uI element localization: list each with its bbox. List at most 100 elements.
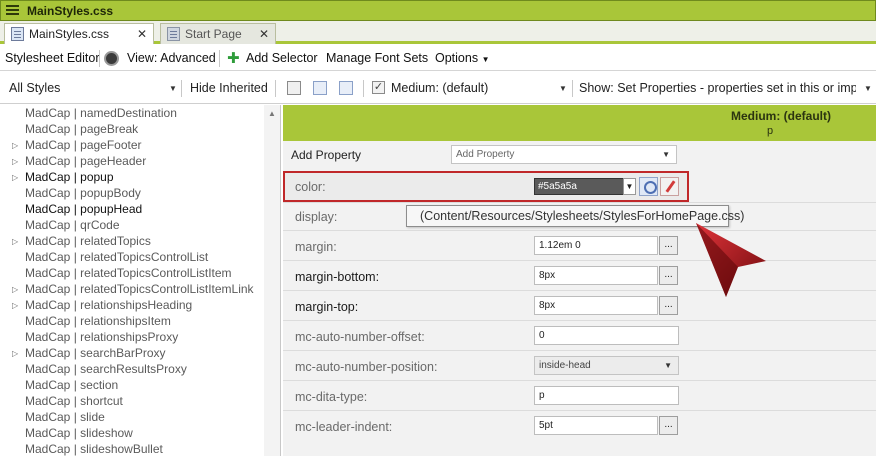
stylesheet-editor-button[interactable]: Stylesheet Editor [5, 51, 100, 65]
margin-top-more-button[interactable]: ... [659, 296, 678, 315]
vertical-scrollbar[interactable]: ▲ [264, 105, 280, 456]
sort-az-icon[interactable] [287, 81, 301, 95]
mc-dita-type-value: p [539, 390, 545, 401]
color-value-field[interactable]: #5a5a5a [534, 178, 636, 195]
manage-font-sets-button[interactable]: Manage Font Sets [326, 51, 428, 65]
view-advanced-button[interactable]: View: Advanced [127, 51, 216, 65]
mc-dita-type-field[interactable]: p [534, 386, 679, 405]
tree-item[interactable]: MadCap | popupHead [25, 202, 142, 218]
divider [283, 320, 876, 321]
medium-heading: Medium: (default) [731, 109, 831, 123]
separator [363, 80, 364, 97]
property-name-margin: margin: [295, 240, 337, 254]
add-property-placeholder: Add Property [456, 149, 515, 160]
chevron-down-icon: ▼ [169, 84, 177, 93]
tab-strip: MainStyles.css ✕ Start Page ✕ [0, 21, 876, 44]
expand-arrow-icon[interactable]: ▷ [12, 285, 18, 294]
hide-inherited-button[interactable]: Hide Inherited [190, 81, 268, 95]
divider [283, 380, 876, 381]
tree-item[interactable]: MadCap | popup [25, 170, 114, 186]
property-name-display: display: [295, 210, 338, 224]
medium-checkbox[interactable]: ✓ [372, 81, 385, 94]
property-name-mc-auto-number-position: mc-auto-number-position: [295, 360, 438, 374]
options-menu[interactable]: Options ▼ [435, 51, 490, 65]
property-name-mc-auto-number-offset: mc-auto-number-offset: [295, 330, 425, 344]
add-block-icon[interactable] [313, 81, 327, 95]
expand-arrow-icon[interactable]: ▷ [12, 173, 18, 182]
tree-item[interactable]: MadCap | pageFooter [25, 138, 142, 154]
scroll-up-icon[interactable]: ▲ [268, 109, 276, 118]
margin-bottom-more-button[interactable]: ... [659, 266, 678, 285]
medium-dropdown-value: Medium: (default) [391, 81, 489, 95]
property-name-mc-dita-type: mc-dita-type: [295, 390, 368, 404]
properties-panel: Medium: (default) p Add Property Add Pro… [283, 105, 876, 456]
styles-dropdown[interactable]: All Styles ▼ [9, 81, 177, 95]
divider [283, 290, 876, 291]
expand-arrow-icon[interactable]: ▷ [12, 349, 18, 358]
remove-block-icon[interactable] [339, 81, 353, 95]
chevron-down-icon[interactable]: ▼ [623, 178, 636, 195]
add-icon: ✚ [227, 50, 240, 67]
selector-heading: p [767, 125, 774, 137]
mc-leader-indent-more-button[interactable]: ... [659, 416, 678, 435]
tree-item[interactable]: MadCap | relationshipsHeading [25, 298, 192, 314]
medium-dropdown[interactable]: Medium: (default) ▼ [391, 81, 567, 95]
show-dropdown-value: Show: Set Properties - properties set in… [579, 81, 856, 95]
margin-bottom-field[interactable]: 8px [534, 266, 658, 285]
tree-item[interactable]: MadCap | namedDestination [25, 106, 177, 122]
selector-tree: MadCap | namedDestination MadCap | pageBr… [0, 105, 281, 456]
expand-arrow-icon[interactable]: ▷ [12, 301, 18, 310]
eyedropper-icon[interactable] [660, 177, 679, 196]
tree-item[interactable]: MadCap | popupBody [25, 186, 141, 202]
callout-arrow-icon [696, 223, 766, 297]
margin-field[interactable]: 1.12em 0 [534, 236, 658, 255]
color-value: #5a5a5a [538, 181, 577, 192]
divider [283, 230, 876, 231]
expand-arrow-icon[interactable]: ▷ [12, 237, 18, 246]
tree-item[interactable]: MadCap | slideshow [25, 426, 133, 442]
tree-item[interactable]: MadCap | relationshipsItem [25, 314, 171, 330]
separator [572, 80, 573, 97]
tree-item[interactable]: MadCap | shortcut [25, 394, 123, 410]
close-icon[interactable]: ✕ [259, 27, 269, 41]
tree-item[interactable]: MadCap | qrCode [25, 218, 120, 234]
tree-item[interactable]: MadCap | relatedTopicsControlListItemLin… [25, 282, 254, 298]
expand-arrow-icon[interactable]: ▷ [12, 157, 18, 166]
add-property-dropdown[interactable]: Add Property ▼ [451, 145, 677, 164]
tab-mainstyles[interactable]: MainStyles.css ✕ [4, 23, 154, 44]
tree-item[interactable]: MadCap | relatedTopics [25, 234, 151, 250]
close-icon[interactable]: ✕ [137, 27, 147, 41]
options-label: Options [435, 51, 479, 65]
tree-item[interactable]: MadCap | relatedTopicsControlList [25, 250, 208, 266]
tab-label: Start Page [185, 27, 242, 41]
tree-item[interactable]: MadCap | slideshowBullet [25, 442, 163, 456]
tree-item[interactable]: MadCap | section [25, 378, 118, 394]
tree-item[interactable]: MadCap | pageHeader [25, 154, 146, 170]
add-property-label: Add Property [291, 148, 362, 162]
mc-auto-number-position-dropdown[interactable]: inside-head ▼ [534, 356, 679, 375]
tab-start-page[interactable]: Start Page ✕ [160, 23, 276, 44]
chevron-down-icon: ▼ [481, 55, 490, 64]
property-name-mc-leader-indent: mc-leader-indent: [295, 420, 393, 434]
mc-leader-indent-field[interactable]: 5pt [534, 416, 658, 435]
divider [283, 350, 876, 351]
tree-item[interactable]: MadCap | slide [25, 410, 105, 426]
tree-item[interactable]: MadCap | searchBarProxy [25, 346, 166, 362]
stylesheet-icon [11, 27, 24, 41]
mc-auto-number-offset-field[interactable]: 0 [534, 326, 679, 345]
menu-icon[interactable] [6, 5, 19, 17]
page-icon [167, 27, 180, 41]
tree-item[interactable]: MadCap | relatedTopicsControlListItem [25, 266, 232, 282]
window-title: MainStyles.css [27, 4, 114, 18]
margin-top-field[interactable]: 8px [534, 296, 658, 315]
margin-more-button[interactable]: ... [659, 236, 678, 255]
tree-item[interactable]: MadCap | relationshipsProxy [25, 330, 178, 346]
color-picker-icon[interactable] [639, 177, 658, 196]
show-dropdown[interactable]: Show: Set Properties - properties set in… [579, 81, 874, 95]
add-selector-button[interactable]: Add Selector [246, 51, 318, 65]
separator [275, 80, 276, 97]
tree-item[interactable]: MadCap | pageBreak [25, 122, 138, 138]
expand-arrow-icon[interactable]: ▷ [12, 141, 18, 150]
tree-item[interactable]: MadCap | searchResultsProxy [25, 362, 187, 378]
divider [283, 260, 876, 261]
